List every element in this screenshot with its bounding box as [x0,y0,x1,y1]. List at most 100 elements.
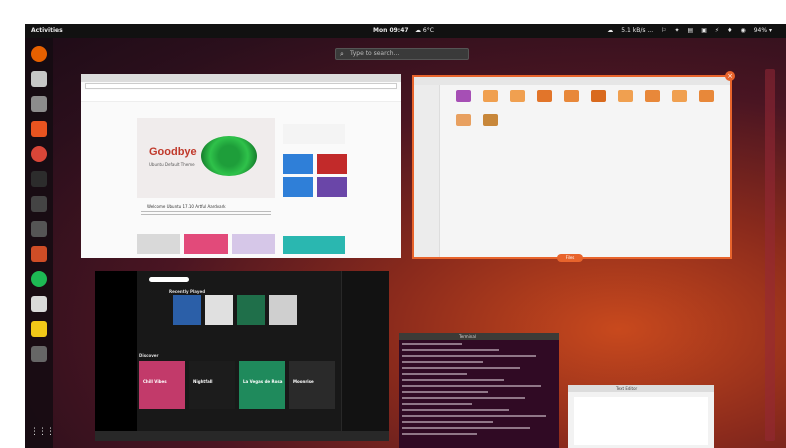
files-window[interactable] [412,75,732,259]
wifi-icon[interactable]: ♦ [727,26,732,36]
folder-icon[interactable] [456,114,471,126]
browser-window[interactable]: Goodbye Ubuntu Default Theme Welcome Ubu… [81,74,401,258]
article-title[interactable]: Welcome Ubuntu 17.10 Artful Aardvark [147,204,226,209]
sidebar-tile[interactable] [283,154,313,174]
album-cover[interactable]: Moonrise [289,361,335,409]
terminal-line [402,415,546,417]
folder-icon[interactable] [672,90,687,102]
sidebar-newsletter [283,124,345,144]
clipboard-icon[interactable]: ▤ [688,26,694,36]
site-header [81,90,401,102]
screenshot-icon[interactable] [31,196,47,212]
flag-icon[interactable]: ⚐ [661,26,666,36]
folder-icon[interactable] [645,90,660,102]
terminal-titlebar[interactable]: Terminal [399,333,559,340]
album-cover[interactable]: Chill Vibes [139,361,185,409]
text-editor-window[interactable]: Text Editor [568,385,714,448]
spotify-player-bar[interactable] [95,431,389,441]
album-cover[interactable] [173,295,201,325]
sidebar-banner[interactable] [283,236,345,254]
browser-address-bar[interactable] [85,83,397,89]
album-cover[interactable] [237,295,265,325]
system-tray[interactable]: ☁ 5.1 kB/s ... ⚐ ✦ ▤ ▣ ⚡ ♦ ◉ 94% ▾ [607,26,772,36]
text-editor-icon[interactable] [31,296,47,312]
files-headerbar[interactable] [414,77,730,85]
sidebar-tile[interactable] [317,177,347,197]
show-applications-button[interactable]: ⋮⋮⋮ [30,428,55,444]
recently-played-heading: Recently Played [169,289,206,294]
settings-icon[interactable] [31,246,47,262]
workspace-switcher[interactable] [765,69,775,441]
sidebar-tile[interactable] [317,154,347,174]
firefox-icon[interactable] [31,46,47,62]
folder-icon[interactable] [591,90,606,102]
terminal-line [402,421,493,423]
extension-icon[interactable]: ✦ [675,26,680,36]
spotify-topbar[interactable] [149,277,189,282]
terminal-window[interactable]: Terminal [399,333,559,448]
volume-icon[interactable]: ◉ [740,26,745,36]
software-center-icon[interactable] [31,121,47,137]
recently-played-row [173,295,323,325]
cloud-icon[interactable]: ☁ [607,26,613,36]
folder-icon[interactable] [483,114,498,126]
activities-button[interactable]: Activities [31,27,63,34]
screen-icon[interactable]: ▣ [701,26,707,36]
tools-icon[interactable] [31,346,47,362]
album-cover[interactable] [205,295,233,325]
thunderbird-icon[interactable] [31,71,47,87]
chrome-icon[interactable] [31,146,47,162]
folder-icon[interactable] [564,90,579,102]
hero-subheadline: Ubuntu Default Theme [149,162,195,167]
battery-indicator[interactable]: 94% ▾ [754,26,772,36]
hero-image[interactable]: Goodbye Ubuntu Default Theme [137,118,275,198]
terminal-output[interactable] [402,343,556,443]
files-icon[interactable] [31,96,47,112]
terminal-line [402,427,530,429]
power-icon[interactable]: ⚡ [715,26,719,36]
files-window-label: Files [557,254,583,262]
folder-icon[interactable] [699,90,714,102]
network-speed-indicator[interactable]: 5.1 kB/s ... [621,26,653,36]
terminal-line [402,433,477,435]
album-cover[interactable]: La Vegas de Rosa [239,361,285,409]
folder-icon[interactable] [456,90,471,102]
album-cover[interactable] [269,295,297,325]
notes-icon[interactable] [31,321,47,337]
search-input[interactable]: ⌕ Type to search... [335,48,469,60]
terminal-line [402,373,467,375]
album-title: La Vegas de Rosa [243,379,283,384]
thumb-2[interactable] [184,234,228,254]
terminal-line [402,343,462,345]
terminal-line [402,367,520,369]
folder-icon[interactable] [510,90,525,102]
files-sidebar[interactable] [414,85,440,257]
terminal-icon[interactable] [31,171,47,187]
spotify-icon[interactable] [31,271,47,287]
folder-icon[interactable] [618,90,633,102]
clock-button[interactable]: Mon 09:47 [373,27,409,34]
folder-icon[interactable] [483,90,498,102]
spotify-window[interactable]: Recently Played Discover Chill Vibes Nigh… [95,271,389,441]
album-title: Moonrise [293,379,314,384]
text-editor-title: Text Editor [616,386,638,391]
spotify-sidebar[interactable] [95,271,137,441]
sidebar-tile[interactable] [283,177,313,197]
weather-indicator[interactable]: ☁ 6°C [415,27,434,34]
terminal-line [402,349,499,351]
thumb-3[interactable] [231,234,275,254]
browser-tabbar[interactable] [81,74,401,82]
thumb-1[interactable] [137,234,181,254]
desktop-overview: Activities Mon 09:47 ☁ 6°C ☁ 5.1 kB/s ..… [25,24,786,448]
folder-icon[interactable] [537,90,552,102]
calculator-icon[interactable] [31,221,47,237]
text-editor-titlebar[interactable]: Text Editor [568,385,714,392]
album-cover[interactable]: Nightfall [189,361,235,409]
close-icon[interactable]: × [725,71,735,81]
green-ubuntu-shape [201,136,257,176]
album-title: Nightfall [193,379,213,384]
folder-grid [456,90,726,150]
editor-body[interactable] [574,397,708,445]
article-excerpt [141,211,271,217]
discover-row: Chill Vibes Nightfall La Vegas de Rosa Moon… [139,361,339,411]
